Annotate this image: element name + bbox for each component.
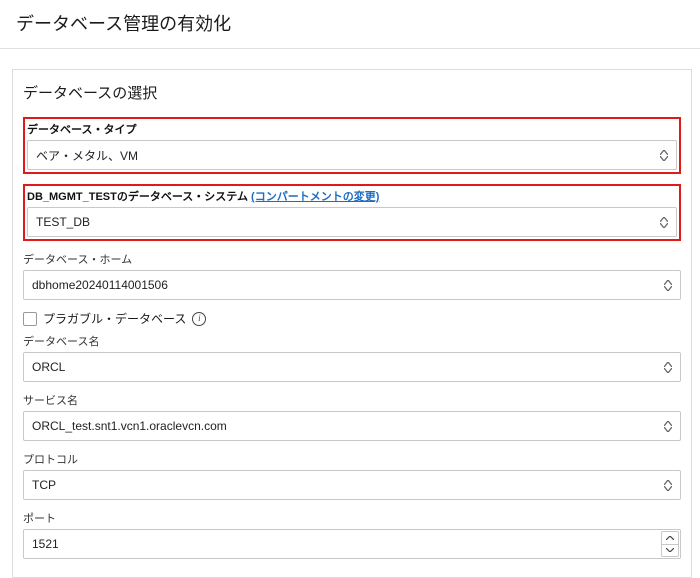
db-system-label: DB_MGMT_TESTのデータベース・システム (コンパートメントの変更) [27,188,677,204]
db-system-label-suffix: のデータベース・システム [117,191,251,203]
db-type-label: データベース・タイプ [27,121,677,137]
protocol-select[interactable]: TCP [23,470,681,500]
highlight-db-system: DB_MGMT_TESTのデータベース・システム (コンパートメントの変更) T… [23,184,681,241]
db-system-select[interactable]: TEST_DB [27,207,677,237]
db-name-label: データベース名 [23,333,681,349]
service-name-select[interactable]: ORCL_test.snt1.vcn1.oraclevcn.com [23,411,681,441]
protocol-label: プロトコル [23,451,681,467]
db-select-panel: データベースの選択 データベース・タイプ ベア・メタル、VM DB_MGMT_T… [12,69,692,578]
db-home-select[interactable]: dbhome20240114001506 [23,270,681,300]
pluggable-checkbox[interactable] [23,312,37,326]
port-input[interactable]: 1521 [23,529,681,559]
db-type-select[interactable]: ベア・メタル、VM [27,140,677,170]
pluggable-label: プラガブル・データベース [43,310,186,327]
panel-title: データベースの選択 [23,82,681,103]
db-system-label-prefix: DB_MGMT_TEST [27,191,117,203]
port-label: ポート [23,510,681,526]
db-home-label: データベース・ホーム [23,251,681,267]
page-title: データベース管理の有効化 [0,0,700,49]
service-name-label: サービス名 [23,392,681,408]
db-name-select[interactable]: ORCL [23,352,681,382]
change-compartment-link[interactable]: (コンパートメントの変更) [251,191,379,203]
info-icon[interactable]: i [192,312,206,326]
highlight-db-type: データベース・タイプ ベア・メタル、VM [23,117,681,174]
